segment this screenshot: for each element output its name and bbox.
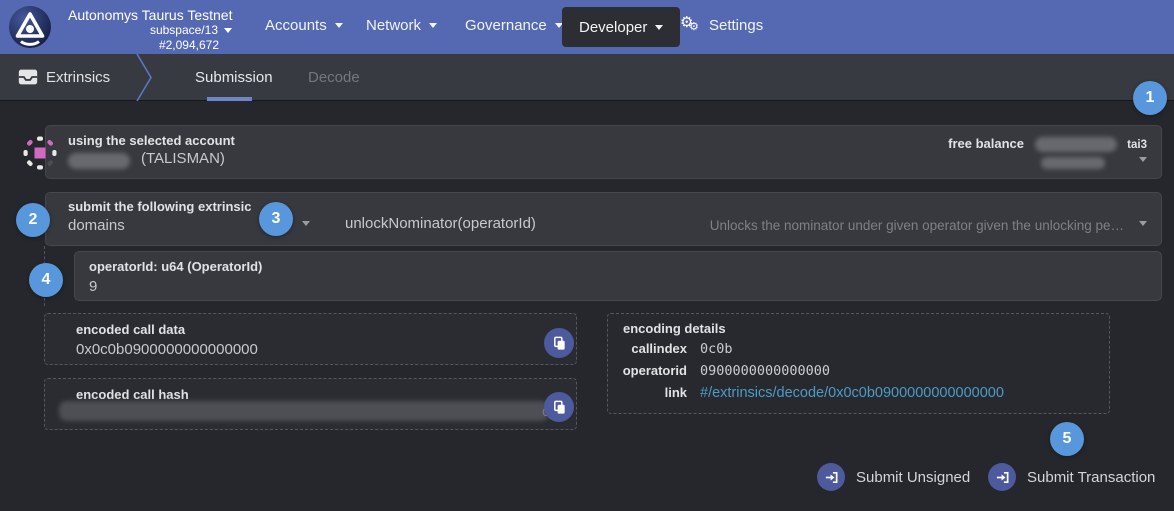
chevron-down-icon bbox=[655, 25, 663, 30]
section-tabbar bbox=[0, 54, 1174, 101]
method-description: Unlocks the nominator under given operat… bbox=[710, 218, 1124, 233]
chevron-down-icon[interactable] bbox=[1139, 221, 1147, 226]
menu-accounts-label: Accounts bbox=[265, 17, 327, 34]
account-source: (TALISMAN) bbox=[141, 150, 225, 167]
tab-decode[interactable]: Decode bbox=[308, 69, 360, 86]
encoded-call-data-box: encoded call data 0x0c0b0900000000000000 bbox=[44, 313, 577, 365]
extrinsics-page: Autonomys Taurus Testnet subspace/13 #2,… bbox=[0, 0, 1174, 511]
top-navbar: Autonomys Taurus Testnet subspace/13 #2,… bbox=[0, 0, 1174, 54]
encoded-call-hash-box: encoded call hash od3 bbox=[44, 378, 577, 430]
copy-icon bbox=[552, 336, 567, 351]
method-select[interactable]: unlockNominator(operatorId) bbox=[345, 215, 536, 232]
copy-call-data-button[interactable] bbox=[544, 328, 574, 358]
account-select[interactable]: using the selected account (TALISMAN) fr… bbox=[45, 125, 1162, 179]
menu-developer-label: Developer bbox=[579, 19, 647, 36]
encoding-row-operatorid: operatorid 0900000000000000 bbox=[608, 363, 1109, 379]
menu-network[interactable]: Network bbox=[366, 17, 437, 34]
chevron-down-icon[interactable] bbox=[1139, 157, 1147, 162]
sign-in-icon bbox=[817, 463, 845, 491]
submit-unsigned-button[interactable]: Submit Unsigned bbox=[817, 463, 970, 491]
encoded-call-data-value: 0x0c0b0900000000000000 bbox=[76, 341, 258, 358]
chevron-down-icon bbox=[224, 28, 232, 33]
annotation-badge-3: 3 bbox=[259, 202, 293, 236]
extrinsic-section-label: submit the following extrinsic bbox=[68, 199, 251, 214]
submit-unsigned-label: Submit Unsigned bbox=[856, 469, 970, 486]
runtime-version-label: subspace/13 bbox=[150, 23, 218, 37]
operator-id-value: 9 bbox=[89, 278, 97, 295]
copy-call-hash-button[interactable] bbox=[544, 392, 574, 422]
autonomys-logo-icon[interactable] bbox=[8, 5, 52, 49]
encoding-details-box: encoding details callindex 0c0b operator… bbox=[607, 313, 1110, 414]
chevron-down-icon bbox=[429, 23, 437, 28]
sign-in-icon bbox=[988, 463, 1016, 491]
annotation-badge-2: 2 bbox=[16, 203, 50, 237]
redacted-account-name bbox=[68, 153, 130, 169]
balance-unit: tai3 bbox=[1127, 139, 1147, 151]
encoding-row-link: link #/extrinsics/decode/0x0c0b090000000… bbox=[608, 385, 1109, 401]
account-identicon[interactable] bbox=[22, 135, 58, 171]
operator-id-input[interactable]: operatorId: u64 (OperatorId) 9 bbox=[74, 251, 1162, 301]
encoded-call-hash-label: encoded call hash bbox=[76, 387, 189, 402]
block-number: #2,094,672 bbox=[68, 38, 219, 52]
inbox-icon bbox=[17, 66, 39, 88]
runtime-version-dropdown[interactable]: subspace/13 bbox=[68, 23, 232, 37]
menu-settings-label: Settings bbox=[709, 17, 763, 34]
chevron-down-icon bbox=[335, 23, 343, 28]
link-label: link bbox=[608, 385, 700, 400]
account-select-label: using the selected account bbox=[68, 133, 235, 148]
extrinsic-row: submit the following extrinsic domains u… bbox=[45, 192, 1162, 246]
menu-network-label: Network bbox=[366, 17, 421, 34]
chevron-down-icon[interactable] bbox=[302, 221, 310, 226]
tab-submission[interactable]: Submission bbox=[195, 69, 273, 86]
submit-transaction-button[interactable]: Submit Transaction bbox=[988, 463, 1155, 491]
submit-transaction-label: Submit Transaction bbox=[1027, 469, 1155, 486]
active-tab-underline bbox=[207, 97, 252, 101]
breadcrumb-chevron-icon bbox=[136, 54, 156, 106]
annotation-badge-1: 1 bbox=[1133, 81, 1167, 115]
redacted-call-hash bbox=[59, 401, 549, 421]
pallet-select[interactable]: domains bbox=[68, 217, 125, 234]
menu-governance-label: Governance bbox=[465, 17, 547, 34]
decode-link[interactable]: #/extrinsics/decode/0x0c0b09000000000000… bbox=[700, 385, 1004, 401]
operator-id-label: operatorId: u64 (OperatorId) bbox=[89, 259, 262, 274]
menu-accounts[interactable]: Accounts bbox=[265, 17, 343, 34]
menu-governance[interactable]: Governance bbox=[465, 17, 563, 34]
encoded-call-data-label: encoded call data bbox=[76, 322, 185, 337]
menu-developer[interactable]: Developer bbox=[562, 7, 680, 47]
annotation-badge-5: 5 bbox=[1050, 422, 1084, 456]
free-balance-label: free balance bbox=[948, 136, 1024, 151]
callindex-label: callindex bbox=[608, 341, 700, 356]
copy-icon bbox=[552, 400, 567, 415]
callindex-value: 0c0b bbox=[700, 341, 733, 357]
chain-name: Autonomys Taurus Testnet bbox=[68, 7, 238, 23]
section-title: Extrinsics bbox=[46, 69, 110, 86]
gears-icon: ⚙⚙ bbox=[680, 14, 702, 36]
operatorid-value: 0900000000000000 bbox=[700, 363, 830, 379]
annotation-badge-4: 4 bbox=[29, 263, 63, 297]
encoding-details-title: encoding details bbox=[623, 321, 726, 336]
redacted-balance-value bbox=[1035, 137, 1117, 152]
encoding-row-callindex: callindex 0c0b bbox=[608, 341, 1109, 357]
redacted-balance-secondary bbox=[1041, 157, 1105, 169]
menu-settings[interactable]: ⚙⚙ Settings bbox=[680, 14, 763, 36]
operatorid-label: operatorid bbox=[608, 363, 700, 378]
